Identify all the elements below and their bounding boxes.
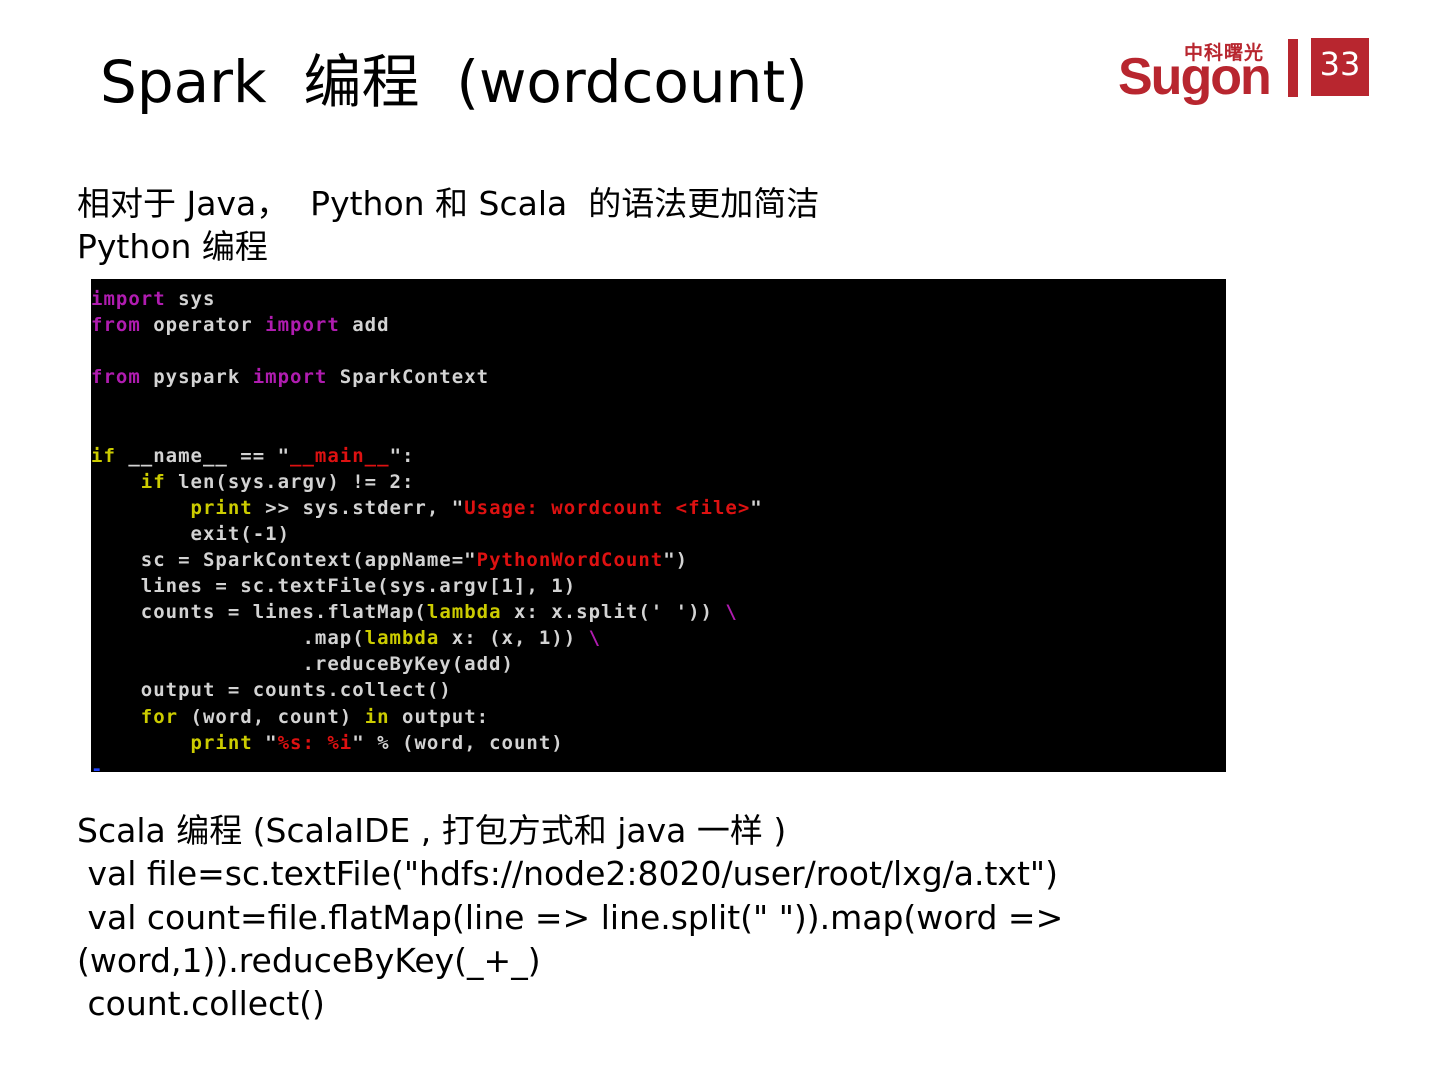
intro-line-2: Python 编程 bbox=[77, 227, 268, 266]
code-string: Usage: wordcount <file> bbox=[464, 496, 751, 519]
code-text: x: x.split(' ')) bbox=[501, 601, 726, 624]
code-text: SparkContext bbox=[327, 366, 490, 389]
python-code: import sys from operator import add from… bbox=[91, 279, 1226, 772]
slide-title: Spark 编程 (wordcount) bbox=[100, 48, 808, 116]
code-keyword: from bbox=[91, 314, 141, 337]
code-keyword: print bbox=[190, 496, 253, 519]
code-continuation: \ bbox=[725, 601, 738, 624]
code-keyword: if bbox=[140, 470, 166, 493]
code-text: " % (word, count) bbox=[352, 731, 564, 754]
code-keyword: from bbox=[91, 366, 141, 389]
code-text: sc = SparkContext(appName=" bbox=[140, 548, 477, 571]
scala-heading: Scala 编程 (ScalaIDE , 打包方式和 java 一样 ) bbox=[77, 811, 787, 850]
code-keyword: lambda bbox=[364, 627, 440, 650]
code-text: (word, count) bbox=[178, 705, 365, 728]
code-text: .reduceByKey(add) bbox=[302, 653, 514, 676]
code-text: " bbox=[750, 496, 763, 519]
python-code-screenshot: import sys from operator import add from… bbox=[91, 279, 1226, 772]
code-keyword: lambda bbox=[426, 601, 502, 624]
code-text: add bbox=[339, 314, 390, 337]
code-text: lines = sc.textFile(sys.argv[1], 1) bbox=[140, 575, 577, 598]
code-text: ": bbox=[389, 444, 415, 467]
scala-code-line: count.collect() bbox=[77, 984, 325, 1024]
scala-code-line: val file=sc.textFile("hdfs://node2:8020/… bbox=[77, 854, 1058, 894]
code-text: " bbox=[252, 731, 278, 754]
code-text: sys bbox=[165, 288, 216, 310]
scala-code-line: (word,1)).reduceByKey(_+_) bbox=[77, 940, 541, 980]
code-keyword: import bbox=[91, 288, 166, 310]
code-keyword: import bbox=[265, 314, 340, 337]
logo-divider-bar bbox=[1288, 39, 1298, 97]
code-text: __name__ == " bbox=[115, 444, 291, 467]
code-text: >> sys.stderr, " bbox=[252, 496, 465, 519]
code-text: len(sys.argv) != 2: bbox=[165, 470, 415, 493]
code-string: PythonWordCount bbox=[476, 548, 664, 571]
code-keyword: import bbox=[252, 366, 328, 389]
code-string: __main__ bbox=[290, 444, 390, 467]
code-text: exit(-1) bbox=[190, 522, 291, 545]
code-text: operator bbox=[140, 314, 266, 337]
code-text: counts = lines.flatMap( bbox=[140, 601, 427, 624]
code-text: .map( bbox=[302, 627, 365, 650]
code-text: x: (x, 1)) bbox=[439, 627, 589, 650]
sugon-logo: 中科曙光 Sugon bbox=[1118, 36, 1298, 106]
logo-english-text: Sugon bbox=[1118, 48, 1272, 106]
code-keyword: if bbox=[91, 444, 116, 467]
code-keyword: for bbox=[140, 705, 179, 728]
intro-line-1: 相对于 Java， Python 和 Scala 的语法更加简洁 bbox=[77, 184, 820, 223]
terminal-cursor: - bbox=[91, 757, 104, 772]
code-text: output: bbox=[389, 705, 490, 728]
code-keyword: print bbox=[190, 731, 253, 754]
page-number-badge: 33 bbox=[1311, 38, 1369, 96]
scala-code-line: val count=file.flatMap(line => line.spli… bbox=[77, 897, 1064, 937]
code-text: ") bbox=[663, 548, 689, 571]
code-text: pyspark bbox=[140, 366, 253, 389]
code-string: %s: %i bbox=[277, 731, 353, 754]
scala-section: Scala 编程 (ScalaIDE , 打包方式和 java 一样 ) val… bbox=[77, 809, 1063, 1025]
intro-text: 相对于 Java， Python 和 Scala 的语法更加简洁 Python … bbox=[77, 182, 819, 268]
code-continuation: \ bbox=[588, 627, 602, 650]
code-text: output = counts.collect() bbox=[140, 679, 452, 702]
code-keyword: in bbox=[364, 705, 390, 728]
